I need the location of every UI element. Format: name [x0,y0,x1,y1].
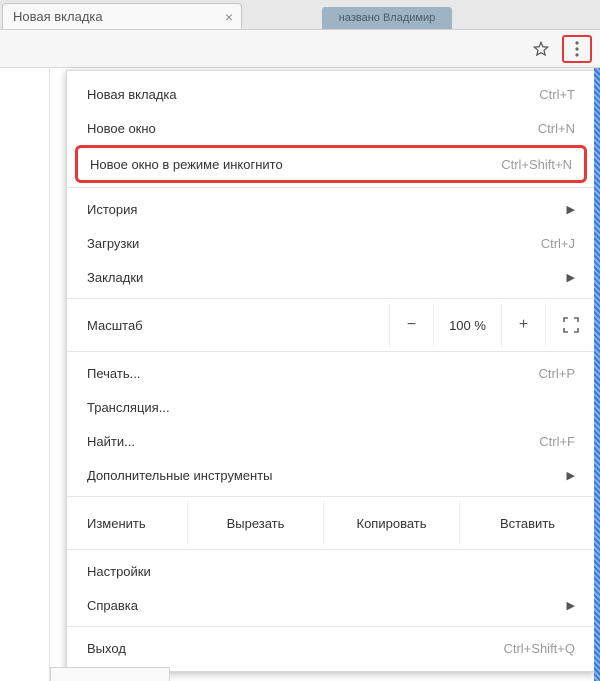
copy-button[interactable]: Копировать [323,501,459,545]
menu-item-help[interactable]: Справка ▶ [67,588,595,622]
shortcut: Ctrl+J [541,236,575,251]
shortcut: Ctrl+F [539,434,575,449]
separator [67,549,595,550]
menu-label: Печать... [87,366,140,381]
zoom-label: Масштаб [67,318,389,333]
fullscreen-button[interactable] [545,303,595,347]
btn-label: Вставить [500,516,555,531]
background-tab[interactable]: названо Владимир [322,7,452,29]
menu-label: История [87,202,137,217]
menu-item-incognito[interactable]: Новое окно в режиме инкогнито Ctrl+Shift… [75,145,587,183]
shortcut: Ctrl+Shift+Q [503,641,575,656]
separator [67,351,595,352]
page-gutter [0,68,50,681]
close-icon[interactable]: × [225,10,233,24]
submenu-arrow-icon: ▶ [567,203,575,216]
cut-button[interactable]: Вырезать [187,501,323,545]
menu-label: Загрузки [87,236,139,251]
menu-label: Трансляция... [87,400,170,415]
menu-item-print[interactable]: Печать... Ctrl+P [67,356,595,390]
toolbar [0,30,600,68]
separator [67,187,595,188]
zoom-out-button[interactable]: − [389,303,433,347]
submenu-arrow-icon: ▶ [567,271,575,284]
zoom-value: 100 % [433,303,501,347]
separator [67,626,595,627]
menu-label: Новое окно [87,121,156,136]
fullscreen-icon [562,316,580,334]
menu-label: Выход [87,641,126,656]
btn-label: Вырезать [227,516,285,531]
menu-item-new-window[interactable]: Новое окно Ctrl+N [67,111,595,145]
shortcut: Ctrl+P [539,366,575,381]
menu-item-new-tab[interactable]: Новая вкладка Ctrl+T [67,77,595,111]
main-menu-dropdown: Новая вкладка Ctrl+T Новое окно Ctrl+N Н… [66,70,596,672]
menu-item-cast[interactable]: Трансляция... [67,390,595,424]
minus-icon: − [407,316,416,334]
menu-item-more-tools[interactable]: Дополнительные инструменты ▶ [67,458,595,492]
shortcut: Ctrl+Shift+N [501,157,572,172]
plus-icon: + [519,316,528,334]
menu-item-downloads[interactable]: Загрузки Ctrl+J [67,226,595,260]
menu-label: Новое окно в режиме инкогнито [90,157,283,172]
menu-item-bookmarks[interactable]: Закладки ▶ [67,260,595,294]
shortcut: Ctrl+N [538,121,575,136]
menu-label: Настройки [87,564,151,579]
kebab-menu-icon[interactable] [562,35,592,63]
menu-item-settings[interactable]: Настройки [67,554,595,588]
menu-label: Новая вкладка [87,87,177,102]
paste-button[interactable]: Вставить [459,501,595,545]
menu-item-history[interactable]: История ▶ [67,192,595,226]
btn-label: Копировать [357,516,427,531]
zoom-in-button[interactable]: + [501,303,545,347]
bookmark-star-icon[interactable] [526,35,556,63]
tab-title: Новая вкладка [13,9,103,24]
window-edge [594,68,600,681]
menu-wrap: Новая вкладка Ctrl+T Новое окно Ctrl+N Н… [50,68,600,681]
zoom-controls: − 100 % + [389,303,595,347]
shortcut: Ctrl+T [539,87,575,102]
menu-item-zoom: Масштаб − 100 % + [67,303,595,347]
menu-item-find[interactable]: Найти... Ctrl+F [67,424,595,458]
menu-label: Дополнительные инструменты [87,468,273,483]
content-area: Новая вкладка Ctrl+T Новое окно Ctrl+N Н… [0,68,600,681]
submenu-arrow-icon: ▶ [567,599,575,612]
menu-label: Справка [87,598,138,613]
bottom-panel-stub [50,667,170,681]
tab-strip: Новая вкладка × названо Владимир [0,0,600,30]
menu-item-edit: Изменить Вырезать Копировать Вставить [67,501,595,545]
separator [67,496,595,497]
bg-tab-title: названо Владимир [339,12,435,24]
separator [67,298,595,299]
menu-label: Закладки [87,270,143,285]
menu-item-exit[interactable]: Выход Ctrl+Shift+Q [67,631,595,665]
submenu-arrow-icon: ▶ [567,469,575,482]
menu-label: Найти... [87,434,135,449]
browser-tab[interactable]: Новая вкладка × [2,3,242,29]
edit-label: Изменить [67,501,187,545]
